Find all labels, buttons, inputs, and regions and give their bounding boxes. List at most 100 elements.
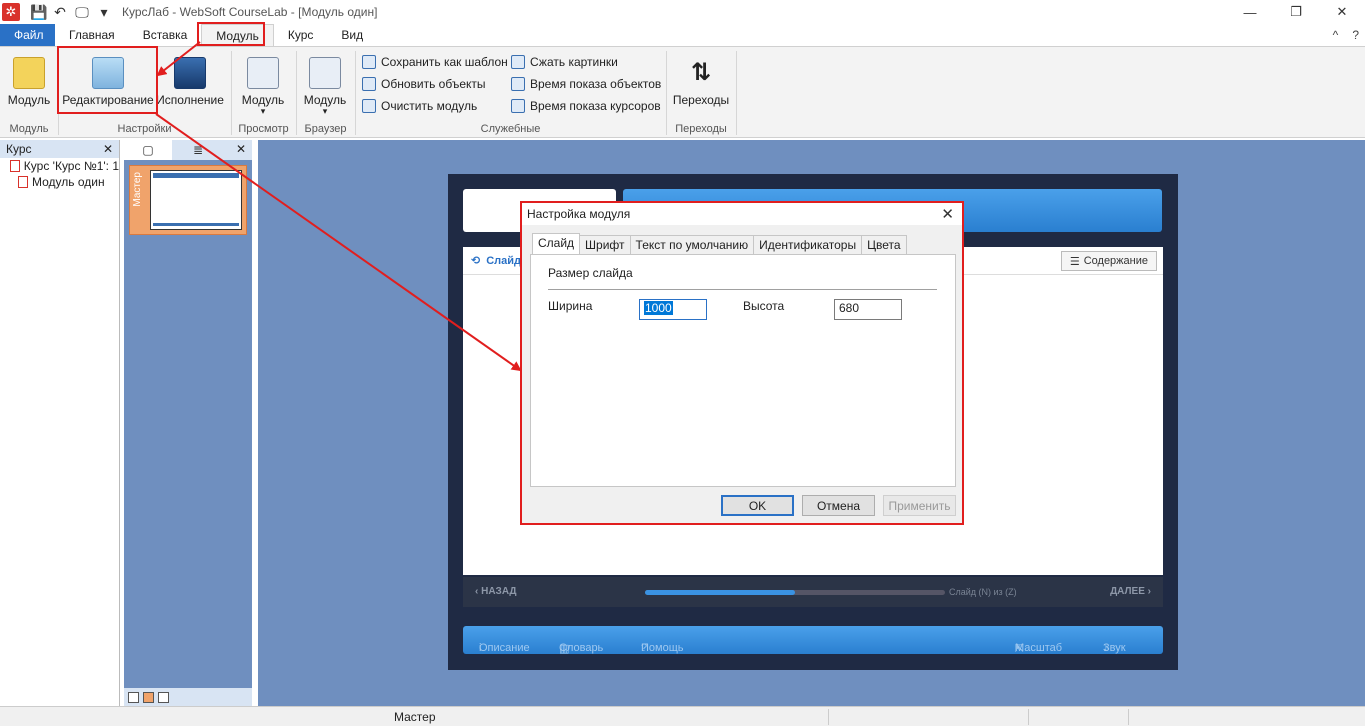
course-doc-icon — [10, 160, 20, 172]
monitor-icon[interactable]: 🖵 — [74, 4, 90, 21]
transitions-button[interactable]: ⇅ Переходы — [672, 57, 730, 107]
refresh-objects-button[interactable]: Обновить объекты — [362, 77, 486, 91]
refresh-icon — [362, 77, 376, 91]
tab-course[interactable]: Курс — [274, 24, 328, 46]
master-slide-thumbnail[interactable]: Мастер — [129, 165, 247, 235]
speaker-icon: ♪ — [1103, 642, 1109, 654]
tree-item-module[interactable]: Модуль один — [0, 174, 119, 190]
preview-module-button[interactable]: Модуль ▾ — [238, 57, 288, 116]
run-settings-button[interactable]: Исполнение — [156, 57, 224, 107]
save-icon[interactable]: 💾 — [30, 4, 47, 21]
dialog-title: Настройка модуля — [527, 207, 631, 221]
tab-home[interactable]: Главная — [55, 24, 129, 46]
tab-font[interactable]: Шрифт — [579, 235, 631, 254]
refresh-icon: ⟲ — [471, 255, 481, 267]
thumbnail-view-icon: ▢ — [142, 143, 154, 157]
tab-slides-thumbnails[interactable]: ▢ — [124, 140, 172, 160]
group-label-service: Служебные — [480, 123, 541, 135]
back-button[interactable]: ‹ НАЗАД — [475, 586, 517, 597]
normal-view-icon[interactable] — [128, 691, 139, 703]
template-icon — [362, 55, 376, 69]
tab-colors[interactable]: Цвета — [861, 235, 907, 254]
clock-icon — [511, 77, 525, 91]
master-slide-label: Мастер — [132, 172, 143, 207]
cursor-clock-icon — [511, 99, 525, 113]
section-divider — [548, 289, 937, 290]
width-field[interactable]: 1000 — [639, 299, 707, 320]
tab-default-text[interactable]: Текст по умолчанию — [629, 235, 755, 254]
minimize-icon[interactable]: — — [1227, 0, 1273, 24]
close-icon[interactable]: ✕ — [103, 142, 113, 156]
browser-module-button[interactable]: Модуль ▾ — [300, 57, 350, 116]
presentation-board-icon — [309, 57, 341, 89]
slide-progress-bar — [645, 590, 945, 595]
apply-button[interactable]: Применить — [883, 495, 956, 516]
height-field[interactable]: 680 — [834, 299, 902, 320]
browser-module-label: Модуль — [303, 93, 347, 107]
ribbon-separator — [736, 51, 737, 135]
cancel-button[interactable]: Отмена — [802, 495, 875, 516]
save-as-template-button[interactable]: Сохранить как шаблон — [362, 55, 508, 69]
dialog-tab-page: Размер слайда Ширина 1000 Высота 680 — [530, 254, 956, 487]
save-as-template-label: Сохранить как шаблон — [381, 55, 508, 69]
width-label: Ширина — [548, 299, 593, 313]
tab-slides-outline[interactable]: ≣ — [174, 140, 222, 160]
tab-slide[interactable]: Слайд — [532, 233, 581, 254]
tab-file[interactable]: Файл — [0, 24, 55, 46]
slide-sorter-icon[interactable] — [143, 691, 154, 703]
ok-button[interactable]: OK — [721, 495, 794, 516]
compress-images-label: Сжать картинки — [530, 55, 618, 69]
group-label-view: Просмотр — [238, 123, 289, 135]
next-button[interactable]: ДАЛЕЕ › — [1110, 586, 1151, 597]
highlight-module-tab — [197, 22, 265, 46]
course-tree-panel: Курс ✕ Курс 'Курс №1': 1 Модуль один — [0, 140, 120, 706]
course-panel-header: Курс ✕ — [0, 140, 119, 158]
compress-icon — [511, 55, 525, 69]
master-view-icon[interactable] — [158, 691, 169, 703]
slides-panel: ▢ ≣ ✕ Мастер — [124, 140, 252, 706]
tab-identifiers[interactable]: Идентификаторы — [753, 235, 863, 254]
list-icon: ☰ — [1069, 255, 1080, 268]
module-doc-icon — [18, 176, 28, 188]
clear-icon — [362, 99, 376, 113]
description-label: Описание — [479, 642, 530, 654]
help-icon[interactable]: ? — [1352, 28, 1359, 42]
module-button-label: Модуль — [7, 93, 51, 107]
compress-images-button[interactable]: Сжать картинки — [511, 55, 618, 69]
contents-button[interactable]: ☰ Содержание — [1060, 251, 1157, 271]
close-icon[interactable]: ✕ — [1319, 0, 1365, 24]
module-button[interactable]: Модуль — [6, 57, 52, 107]
collapse-ribbon-icon[interactable]: ^ — [1333, 28, 1339, 42]
group-label-settings: Настройки — [117, 123, 172, 135]
highlight-edit-button — [57, 46, 158, 114]
clear-module-button[interactable]: Очистить модуль — [362, 99, 477, 113]
width-value: 1000 — [644, 301, 673, 315]
dialog-title-bar: Настройка модуля — [522, 203, 962, 225]
slides-panel-tabs: ▢ ≣ ✕ — [124, 140, 252, 160]
slide-footer: i Описание ▥ Словарь ? Помощь Масштаб ⇱ … — [463, 626, 1163, 655]
group-label-browser: Браузер — [304, 123, 347, 135]
close-icon[interactable]: ✕ — [236, 142, 246, 156]
undo-icon[interactable]: ↶ — [52, 4, 68, 21]
help-label: Помощь — [641, 642, 684, 654]
share-icon: ⇱ — [1015, 643, 1025, 655]
next-button-label: ДАЛЕЕ — [1110, 586, 1145, 597]
restore-icon[interactable]: ❐ — [1273, 0, 1319, 24]
close-icon[interactable]: ✕ — [941, 205, 954, 223]
chevron-down-icon: ▾ — [260, 106, 266, 116]
object-timing-button[interactable]: Время показа объектов — [511, 77, 661, 91]
status-divider — [1028, 709, 1029, 725]
chevron-down-icon: ▾ — [322, 106, 328, 116]
slide-navigation: ‹ НАЗАД Слайд (N) из (Z) ДАЛЕЕ › — [463, 577, 1163, 607]
cursor-timing-button[interactable]: Время показа курсоров — [511, 99, 661, 113]
glossary-label: Словарь — [559, 642, 604, 654]
tree-item-course[interactable]: Курс 'Курс №1': 1 — [0, 158, 119, 174]
chevron-down-icon[interactable]: ▾ — [96, 4, 112, 21]
tab-insert[interactable]: Вставка — [129, 24, 202, 46]
quick-access-toolbar: 💾 ↶ 🖵 ▾ — [30, 4, 112, 21]
slide-progress-fill — [645, 590, 795, 595]
tab-view[interactable]: Вид — [327, 24, 377, 46]
slide-size-heading: Размер слайда — [548, 266, 633, 280]
refresh-objects-label: Обновить объекты — [381, 77, 486, 91]
dialog-tabs: Слайд Шрифт Текст по умолчанию Идентифик… — [532, 233, 907, 254]
